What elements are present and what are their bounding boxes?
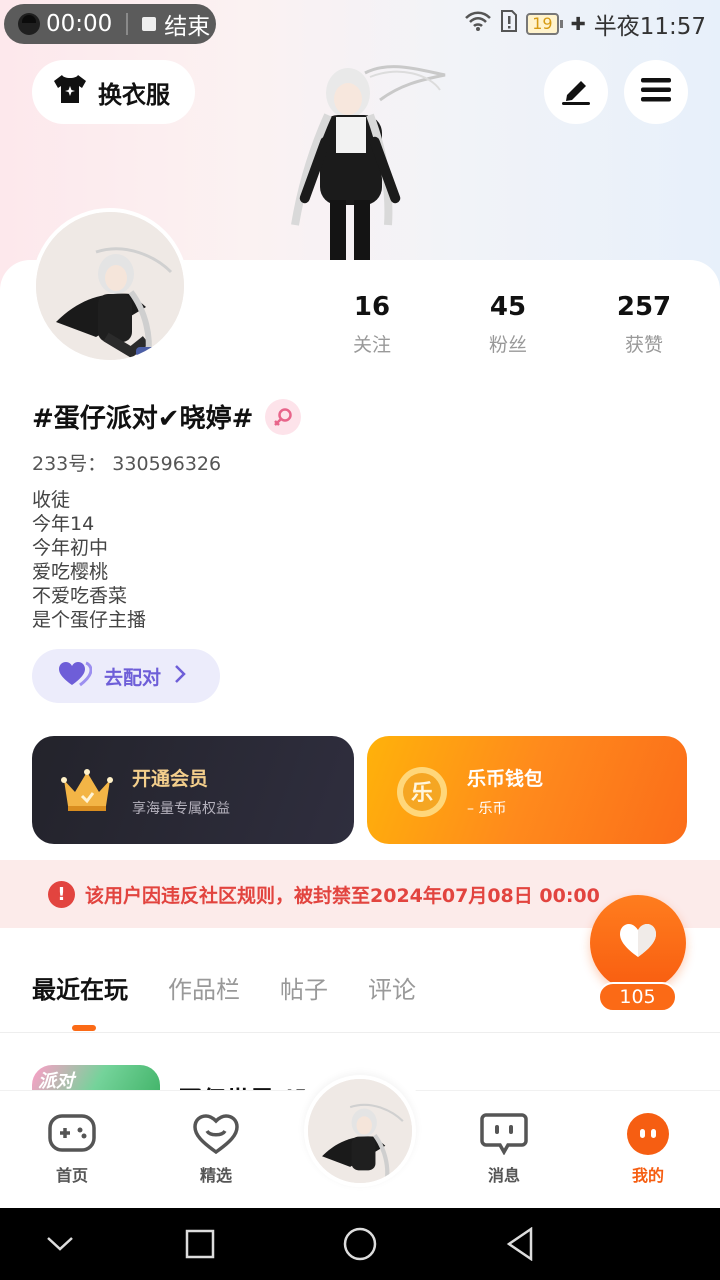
following-count: 16: [353, 292, 391, 322]
avatar[interactable]: [32, 208, 188, 364]
profile-tabs: 最近在玩 作品栏 帖子 评论: [32, 970, 416, 1005]
tab-recently-played[interactable]: 最近在玩: [32, 970, 128, 1005]
heart-icon: [618, 923, 658, 963]
nav-label-messages: 消息: [487, 1166, 520, 1185]
wallet-title: 乐币钱包: [467, 768, 544, 790]
likes-received-label: 获赞: [624, 334, 663, 356]
bio: 收徒 今年14 今年初中 爱吃樱桃 不爱吃香菜 是个蛋仔主播: [32, 488, 146, 632]
go-match-button[interactable]: 去配对: [32, 649, 220, 703]
stat-likes[interactable]: 257 获赞: [584, 292, 704, 357]
female-icon: [265, 398, 302, 435]
tab-posts[interactable]: 帖子: [280, 970, 328, 1005]
bio-line: 爱吃樱桃: [32, 561, 109, 583]
recorder-avatar-icon: [18, 13, 40, 35]
menu-button[interactable]: [624, 60, 688, 124]
tshirt-icon: [52, 73, 88, 111]
coin-wallet-card[interactable]: 乐 乐币钱包 – 乐币: [367, 736, 687, 844]
ban-notice-text: 该用户因违反社区规则，被封禁至2024年07月08日 00:00: [85, 884, 600, 907]
alert-icon: !: [48, 880, 75, 908]
message-icon: [480, 1112, 528, 1156]
end-record-label[interactable]: 结束: [164, 7, 210, 41]
hamburger-menu-icon: [640, 77, 672, 107]
chevron-down-icon[interactable]: [42, 1226, 78, 1262]
change-outfit-label: 换衣服: [98, 80, 170, 109]
wifi-icon: [464, 10, 492, 38]
following-label: 关注: [352, 334, 391, 356]
tab-comments[interactable]: 评论: [368, 970, 416, 1005]
system-navigation-bar: [0, 1208, 720, 1280]
home-circle-icon[interactable]: [342, 1226, 378, 1262]
stat-followers[interactable]: 45 粉丝: [448, 292, 568, 357]
heart-chat-icon: [192, 1112, 240, 1156]
bio-line: 不爱吃香菜: [32, 585, 128, 607]
change-outfit-button[interactable]: 换衣服: [32, 60, 195, 124]
nickname: #蛋仔派对✔晓婷#: [32, 404, 254, 434]
user-id[interactable]: 233号： 330596326: [32, 449, 221, 476]
sim-alert-icon: [500, 9, 518, 39]
bio-line: 收徒: [32, 489, 71, 511]
double-heart-icon: [58, 661, 93, 692]
stat-following[interactable]: 16 关注: [312, 292, 432, 357]
stop-icon: [142, 17, 157, 31]
tab-works[interactable]: 作品栏: [168, 970, 240, 1005]
bio-line: 今年14: [32, 513, 95, 535]
like-button[interactable]: [590, 895, 686, 991]
avatar-character-figure[interactable]: [270, 55, 460, 260]
nav-item-home[interactable]: 首页: [32, 1112, 112, 1186]
pen-icon: [559, 75, 593, 109]
status-bar: 00:00 结束 19 ✚ 半夜11:57: [0, 0, 720, 48]
followers-label: 粉丝: [488, 334, 527, 356]
go-match-label: 去配对: [104, 666, 162, 689]
nav-item-featured[interactable]: 精选: [176, 1112, 256, 1186]
vip-title: 开通会员: [132, 768, 209, 790]
clock: 半夜11:57: [593, 14, 706, 40]
nav-label-featured: 精选: [199, 1166, 232, 1185]
nav-item-messages[interactable]: 消息: [464, 1112, 544, 1186]
bio-line: 今年初中: [32, 537, 109, 559]
edit-profile-button[interactable]: [544, 60, 608, 124]
active-tab-indicator: [72, 1025, 96, 1031]
nickname-row: #蛋仔派对✔晓婷#: [32, 398, 302, 435]
recent-apps-icon[interactable]: [182, 1226, 218, 1262]
coin-char: 乐: [411, 781, 433, 806]
charging-icon: ✚: [570, 13, 586, 35]
gamepad-icon: [48, 1112, 96, 1156]
vip-subtitle: 享海量专属权益: [132, 801, 230, 817]
system-status-icons: 19 ✚ 半夜11:57: [464, 8, 706, 40]
followers-count: 45: [489, 292, 527, 322]
wallet-subtitle: – 乐币: [467, 801, 507, 817]
back-triangle-icon[interactable]: [502, 1226, 538, 1262]
like-count-badge: 105: [598, 982, 677, 1012]
nav-label-home: 首页: [55, 1166, 88, 1185]
likes-received-count: 257: [616, 292, 672, 322]
record-time: 00:00: [46, 11, 113, 37]
chevron-right-icon: [173, 664, 187, 689]
nav-label-me: 我的: [631, 1166, 664, 1185]
coin-icon: 乐: [395, 766, 449, 817]
center-avatar-button[interactable]: [304, 1075, 416, 1187]
screen-record-pill[interactable]: 00:00 结束: [4, 4, 216, 44]
profile-face-icon: [624, 1112, 672, 1156]
vip-membership-card[interactable]: 开通会员 享海量专属权益: [32, 736, 354, 844]
battery-level: 19: [526, 13, 559, 35]
divider: [126, 13, 129, 35]
battery-icon: [559, 20, 563, 28]
divider: [0, 1032, 720, 1033]
nav-item-me[interactable]: 我的: [608, 1112, 688, 1186]
crown-icon: [60, 766, 114, 814]
bio-line: 是个蛋仔主播: [32, 609, 147, 631]
